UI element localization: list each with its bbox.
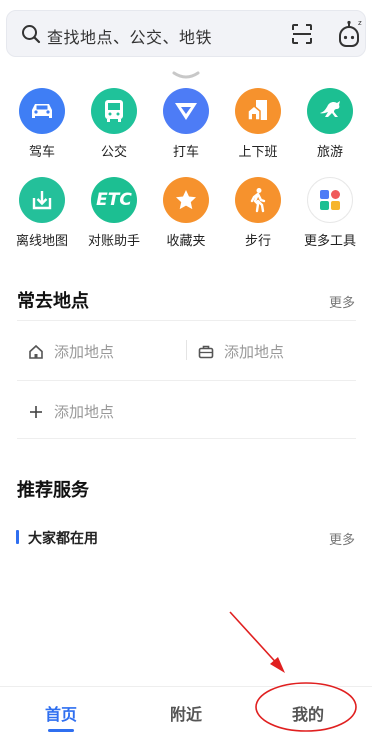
collapse-handle-icon[interactable]	[172, 71, 200, 81]
frequent-places-title: 常去地点	[17, 291, 89, 312]
recommend-subtitle: 大家都在用	[28, 531, 98, 547]
tab-nearby[interactable]: 附近	[170, 701, 202, 725]
car-icon	[19, 88, 65, 134]
section-marker	[16, 530, 19, 544]
walk-icon	[235, 177, 281, 223]
grid-item-label: 离线地图	[15, 234, 68, 249]
grid-item-drive[interactable]: 驾车	[12, 88, 72, 160]
grid-item-walk[interactable]: 步行	[228, 177, 288, 249]
briefcase-icon	[198, 345, 214, 358]
home-icon	[29, 344, 43, 359]
annotation-arrow	[229, 611, 282, 669]
grid-item-taxi[interactable]: 打车	[156, 88, 216, 160]
add-place-label: 添加地点	[54, 403, 115, 421]
grid-item-label: 上下班	[238, 145, 278, 160]
divider	[17, 380, 356, 381]
grid-item-offline-map[interactable]: 离线地图	[12, 177, 72, 249]
divider	[186, 340, 187, 360]
grid-item-label: 对账助手	[87, 234, 140, 249]
svg-text:z: z	[358, 19, 362, 27]
grid-item-commute[interactable]: 上下班	[228, 88, 288, 160]
home-place[interactable]: 添加地点	[28, 341, 114, 362]
add-place[interactable]: 添加地点	[28, 401, 114, 422]
grid-item-label: 驾车	[28, 145, 55, 160]
home-add-label: 添加地点	[54, 343, 115, 361]
recommend-more-link[interactable]: 更多	[329, 529, 355, 548]
tab-mine[interactable]: 我的	[292, 701, 324, 725]
search-placeholder[interactable]: 查找地点、公交、地铁	[47, 24, 212, 48]
frequent-more-link[interactable]: 更多	[329, 292, 355, 311]
plus-icon	[30, 405, 42, 418]
scan-icon[interactable]	[291, 23, 313, 45]
divider	[17, 320, 356, 321]
grid-item-bus[interactable]: 公交	[84, 88, 144, 160]
work-place[interactable]: 添加地点	[198, 341, 284, 362]
taxi-icon	[163, 88, 209, 134]
grid-item-favorites[interactable]: 收藏夹	[156, 177, 216, 249]
annotation-arrowhead	[270, 657, 285, 673]
etc-icon: ETC	[91, 177, 137, 223]
commute-icon	[235, 88, 281, 134]
grid-item-label: 打车	[172, 145, 199, 160]
bus-icon	[91, 88, 137, 134]
apps-icon	[307, 177, 353, 223]
top-bar: 查找地点、公交、地铁 z	[0, 0, 372, 68]
grid-item-label: 公交	[100, 145, 127, 160]
recommend-title: 推荐服务	[17, 480, 89, 501]
bottom-tab-bar: 首页 附近 我的	[0, 686, 372, 733]
tab-active-indicator	[48, 729, 74, 732]
work-add-label: 添加地点	[224, 343, 285, 361]
assistant-robot-icon[interactable]: z	[334, 19, 364, 49]
horse-icon	[307, 88, 353, 134]
etc-icon-text: ETC	[96, 190, 132, 210]
grid-item-label: 步行	[244, 234, 271, 249]
divider	[17, 438, 356, 439]
tab-home[interactable]: 首页	[45, 701, 77, 725]
download-icon	[19, 177, 65, 223]
search-icon	[22, 25, 41, 44]
grid-item-more-tools[interactable]: 更多工具	[300, 177, 360, 249]
grid-item-travel[interactable]: 旅游	[300, 88, 360, 160]
grid-item-etc[interactable]: ETC 对账助手	[84, 177, 144, 249]
grid-item-label: 收藏夹	[166, 234, 206, 249]
grid-item-label: 更多工具	[303, 234, 356, 249]
search-box[interactable]: 查找地点、公交、地铁 z	[6, 10, 366, 57]
star-icon	[163, 177, 209, 223]
grid-item-label: 旅游	[316, 145, 343, 160]
